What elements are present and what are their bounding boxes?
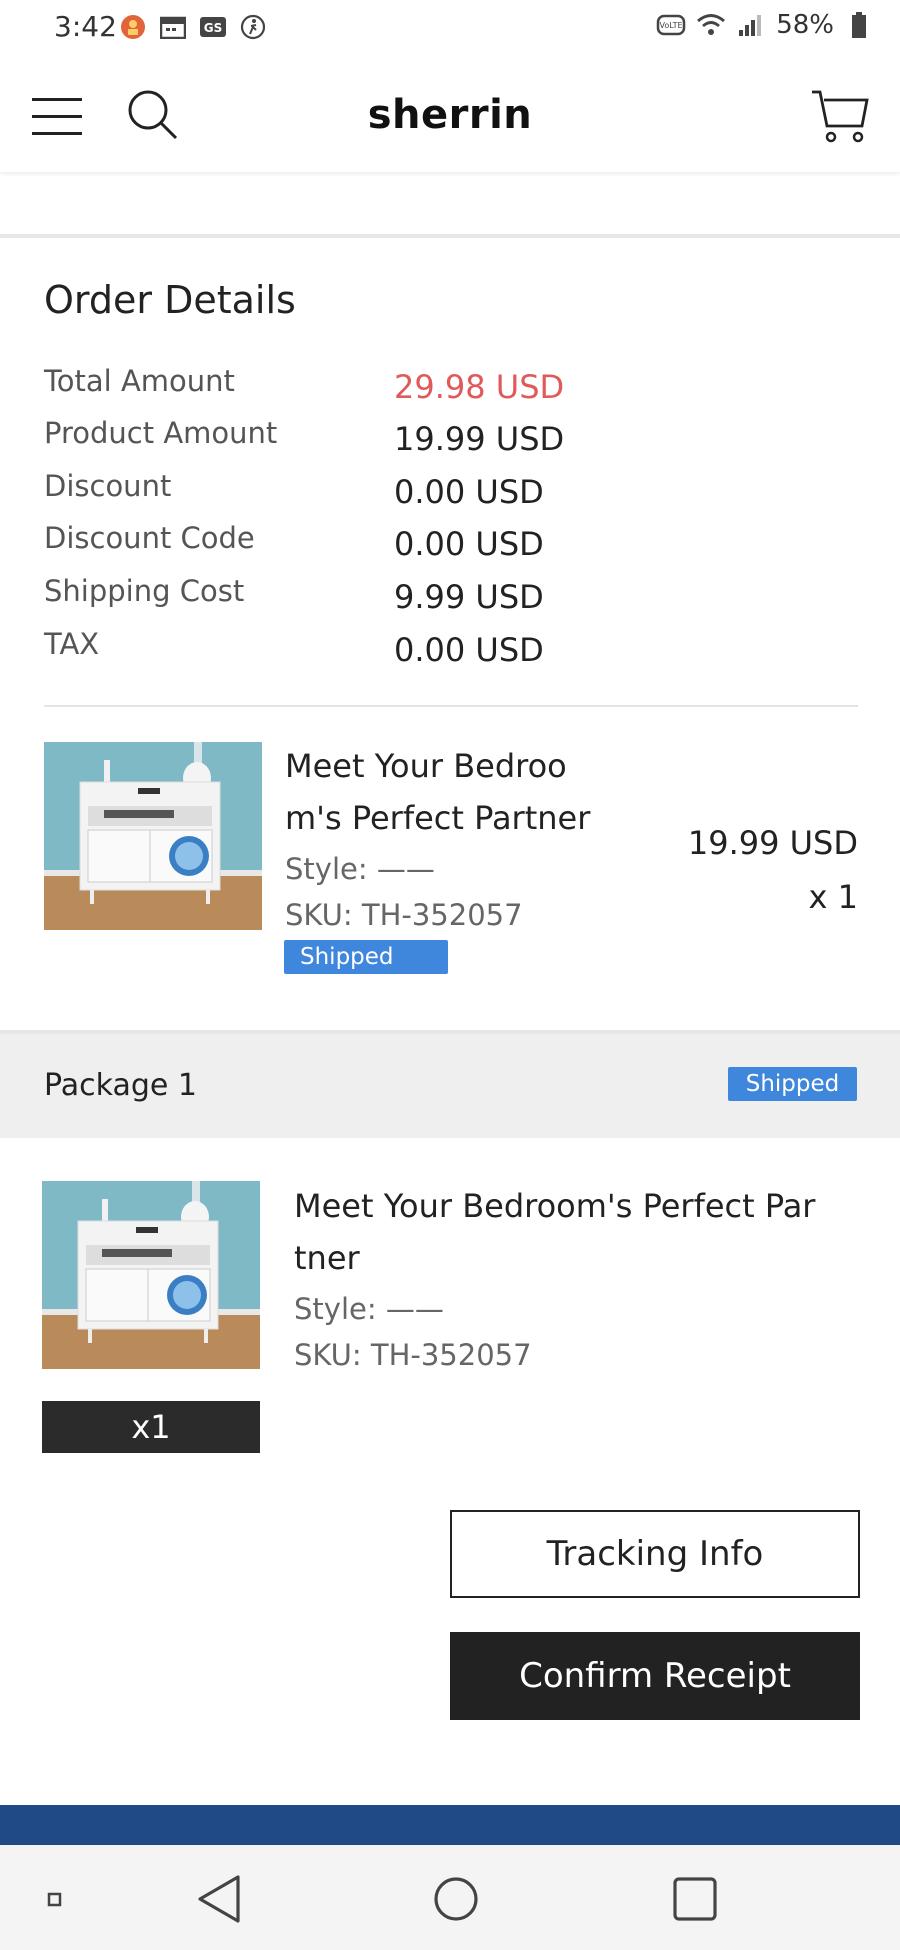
gs-icon: GS	[198, 12, 228, 42]
status-right-icons: VoLTE 58%	[656, 10, 874, 40]
section-divider	[0, 234, 900, 238]
detail-value: 0.00 USD	[394, 473, 544, 511]
details-divider	[44, 705, 858, 707]
package-header: Package 1 Shipped	[0, 1034, 900, 1138]
footer-band	[0, 1805, 900, 1845]
detail-row-product-amount: Product Amount 19.99 USD	[44, 416, 864, 468]
package-item-style: Style: ——	[294, 1292, 444, 1326]
package-product-image[interactable]	[42, 1181, 260, 1369]
product-image[interactable]	[44, 742, 262, 930]
detail-label: Discount	[44, 469, 172, 503]
app-header: sherrin	[0, 56, 900, 172]
detail-label: Product Amount	[44, 416, 278, 450]
signal-icon	[736, 10, 766, 40]
cart-icon[interactable]	[810, 86, 870, 146]
package-item-quantity: x1	[42, 1401, 260, 1453]
package-label: Package 1	[44, 1068, 197, 1103]
order-item-sku: SKU: TH-352057	[285, 898, 523, 932]
order-item-title-line2: m's Perfect Partner	[285, 799, 591, 837]
order-item-quantity: x 1	[808, 878, 858, 916]
detail-row-shipping: Shipping Cost 9.99 USD	[44, 574, 864, 626]
wifi-icon	[696, 10, 726, 40]
status-left-icons: GS	[118, 12, 268, 42]
system-nav-bar	[0, 1845, 900, 1950]
calendar-icon	[158, 12, 188, 42]
order-item-style: Style: ——	[285, 852, 435, 886]
package-item-title[interactable]: Meet Your Bedroom's Perfect Par tner	[294, 1180, 815, 1284]
detail-row-tax: TAX 0.00 USD	[44, 627, 864, 679]
detail-row-discount: Discount 0.00 USD	[44, 469, 864, 521]
confirm-receipt-button[interactable]: Confirm Receipt	[450, 1632, 860, 1720]
detail-label: TAX	[44, 627, 100, 661]
status-bar: 3:42 GS VoLTE 58%	[0, 0, 900, 56]
accessibility-icon	[238, 12, 268, 42]
detail-row-total: Total Amount 29.98 USD	[44, 364, 864, 416]
svg-text:GS: GS	[204, 21, 223, 35]
recents-icon[interactable]	[665, 1869, 725, 1929]
order-item-title[interactable]: Meet Your Bedroo m's Perfect Partner	[285, 740, 590, 844]
package-item-title-line2: tner	[294, 1239, 360, 1277]
app-notification-icon	[118, 12, 148, 42]
order-details-title: Order Details	[44, 278, 296, 322]
status-time: 3:42	[54, 10, 117, 43]
detail-label: Shipping Cost	[44, 574, 245, 608]
detail-value: 19.99 USD	[394, 420, 565, 458]
detail-value: 0.00 USD	[394, 631, 544, 669]
small-square-icon[interactable]	[34, 1869, 94, 1929]
order-item-title-line1: Meet Your Bedroo	[285, 747, 567, 785]
detail-value: 9.99 USD	[394, 578, 544, 616]
detail-value: 0.00 USD	[394, 525, 544, 563]
order-item-status-badge: Shipped	[284, 940, 448, 974]
tracking-info-button[interactable]: Tracking Info	[450, 1510, 860, 1598]
package-item-sku: SKU: TH-352057	[294, 1338, 532, 1372]
home-icon[interactable]	[426, 1869, 486, 1929]
package-item-title-line1: Meet Your Bedroom's Perfect Par	[294, 1187, 816, 1225]
volte-icon: VoLTE	[656, 10, 686, 40]
detail-row-discount-code: Discount Code 0.00 USD	[44, 521, 864, 573]
detail-value-total: 29.98 USD	[394, 368, 565, 406]
detail-label: Total Amount	[44, 364, 235, 398]
package-status-badge: Shipped	[728, 1067, 857, 1101]
detail-label: Discount Code	[44, 521, 255, 555]
back-icon[interactable]	[190, 1869, 250, 1929]
battery-icon	[844, 10, 874, 40]
order-item-price: 19.99 USD	[687, 824, 858, 862]
brand-title[interactable]: sherrin	[0, 92, 900, 138]
battery-percent: 58%	[776, 10, 834, 40]
svg-text:VoLTE: VoLTE	[660, 21, 683, 30]
